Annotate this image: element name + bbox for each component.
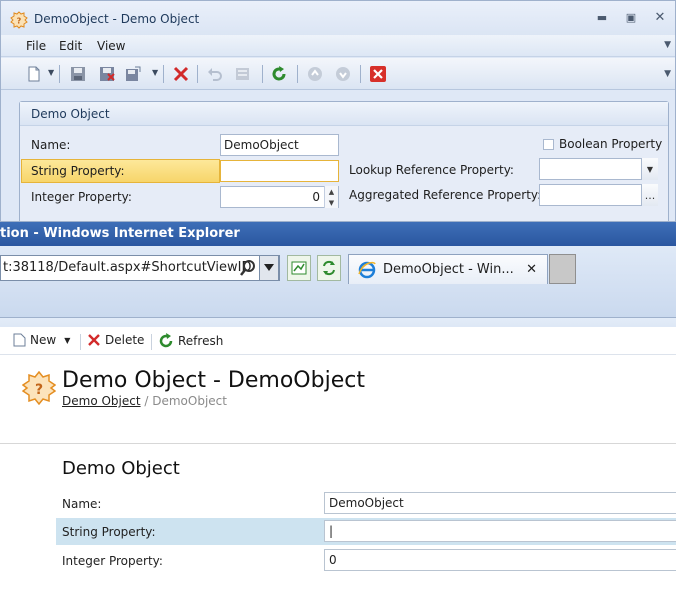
cancel-icon[interactable] — [234, 65, 252, 83]
previous-icon[interactable] — [306, 65, 324, 83]
maximize-icon[interactable]: ▣ — [624, 10, 638, 24]
web-name-field[interactable]: DemoObject — [324, 492, 676, 514]
next-icon[interactable] — [334, 65, 352, 83]
lookup-dropdown-icon[interactable]: ▼ — [641, 158, 658, 180]
integer-property-label: Integer Property: — [31, 190, 132, 204]
tab-title: DemoObject - Win... — [383, 262, 514, 277]
minimize-icon[interactable]: ▬ — [595, 10, 609, 24]
delete-icon — [88, 334, 100, 346]
new-button[interactable]: New ▼ — [13, 333, 70, 347]
browser-tab[interactable]: DemoObject - Win... ✕ — [348, 254, 548, 284]
breadcrumb-link[interactable]: Demo Object — [62, 394, 141, 408]
close-window-icon[interactable] — [369, 65, 387, 83]
close-icon[interactable]: ✕ — [653, 10, 667, 25]
menu-edit[interactable]: Edit — [59, 39, 82, 53]
refresh-icon — [159, 333, 173, 348]
toolbar-overflow-icon[interactable]: ▼ — [664, 69, 671, 79]
web-string-property-field[interactable]: | — [324, 520, 676, 542]
win-app-window: ? DemoObject - Demo Object ▬ ▣ ✕ File Ed… — [0, 0, 676, 222]
menu-view[interactable]: View — [97, 39, 125, 53]
ie-navigation-bar: t:38118/Default.aspx#ShortcutViewID Demo… — [0, 246, 676, 342]
web-integer-property-field[interactable]: 0 — [324, 549, 676, 571]
aggregated-ellipsis-button[interactable]: ... — [641, 184, 658, 206]
integer-property-field[interactable]: 0 — [220, 186, 339, 208]
string-property-label: String Property: — [31, 164, 125, 178]
save-icon[interactable] — [69, 65, 87, 83]
undo-icon[interactable] — [206, 65, 224, 83]
new-document-icon[interactable] — [25, 65, 43, 83]
ie-browser-window: tion - Windows Internet Explorer t:38118… — [0, 222, 676, 595]
lookup-reference-label: Lookup Reference Property: — [349, 163, 514, 177]
search-icon[interactable] — [236, 255, 260, 281]
save-new-icon[interactable] — [124, 65, 142, 83]
string-property-field[interactable] — [220, 160, 339, 182]
breadcrumb-current: DemoObject — [152, 394, 227, 408]
save-dropdown-icon[interactable]: ▼ — [152, 68, 158, 77]
compatibility-icon[interactable] — [287, 255, 311, 281]
section-title: Demo Object — [62, 458, 180, 479]
new-dropdown-icon[interactable]: ▼ — [48, 68, 54, 77]
new-dropdown-icon[interactable]: ▼ — [64, 336, 70, 345]
app-gear-icon: ? — [10, 11, 28, 29]
menu-overflow-icon[interactable]: ▼ — [664, 40, 671, 50]
boolean-property-checkbox[interactable] — [543, 139, 554, 150]
breadcrumb: Demo Object / DemoObject — [62, 394, 227, 408]
divider — [0, 443, 676, 444]
svg-text:?: ? — [17, 17, 22, 26]
new-tab-button[interactable] — [549, 254, 576, 284]
title-bar: ? DemoObject - Demo Object ▬ ▣ ✕ — [1, 1, 675, 35]
refresh-icon[interactable] — [270, 65, 288, 83]
dropdown-icon[interactable] — [259, 255, 279, 281]
delete-icon[interactable] — [172, 65, 190, 83]
ie-logo-icon — [358, 261, 376, 279]
svg-text:?: ? — [35, 382, 43, 398]
window-title: DemoObject - Demo Object — [34, 12, 200, 26]
boolean-property-label: Boolean Property — [559, 137, 663, 151]
web-name-label: Name: — [62, 497, 102, 511]
tab-close-icon[interactable]: ✕ — [526, 262, 537, 277]
refresh-page-icon[interactable] — [317, 255, 341, 281]
refresh-button[interactable]: Refresh — [158, 333, 223, 349]
web-toolbar: New ▼ Delete Refresh — [0, 327, 676, 355]
name-field[interactable]: DemoObject — [220, 134, 339, 156]
new-document-icon — [13, 333, 26, 347]
toolbar: ▼ ▼ ▼ — [1, 58, 675, 90]
web-string-property-label: String Property: — [62, 525, 156, 539]
aggregated-reference-label: Aggregated Reference Property: — [349, 188, 542, 202]
delete-button[interactable]: Delete — [87, 333, 144, 347]
group-title: Demo Object — [31, 107, 110, 121]
save-close-icon[interactable] — [98, 65, 116, 83]
web-integer-property-label: Integer Property: — [62, 554, 163, 568]
integer-spinner[interactable]: ▲ ▼ — [324, 186, 338, 208]
menu-bar: File Edit View ▼ — [1, 35, 675, 57]
page-title: Demo Object - DemoObject — [62, 368, 365, 393]
ie-window-title: tion - Windows Internet Explorer — [0, 226, 240, 241]
page-gear-icon: ? — [22, 371, 56, 405]
breadcrumb-separator: / — [140, 394, 153, 408]
menu-file[interactable]: File — [26, 39, 46, 53]
name-label: Name: — [31, 138, 71, 152]
ie-title-bar: tion - Windows Internet Explorer — [0, 222, 676, 246]
